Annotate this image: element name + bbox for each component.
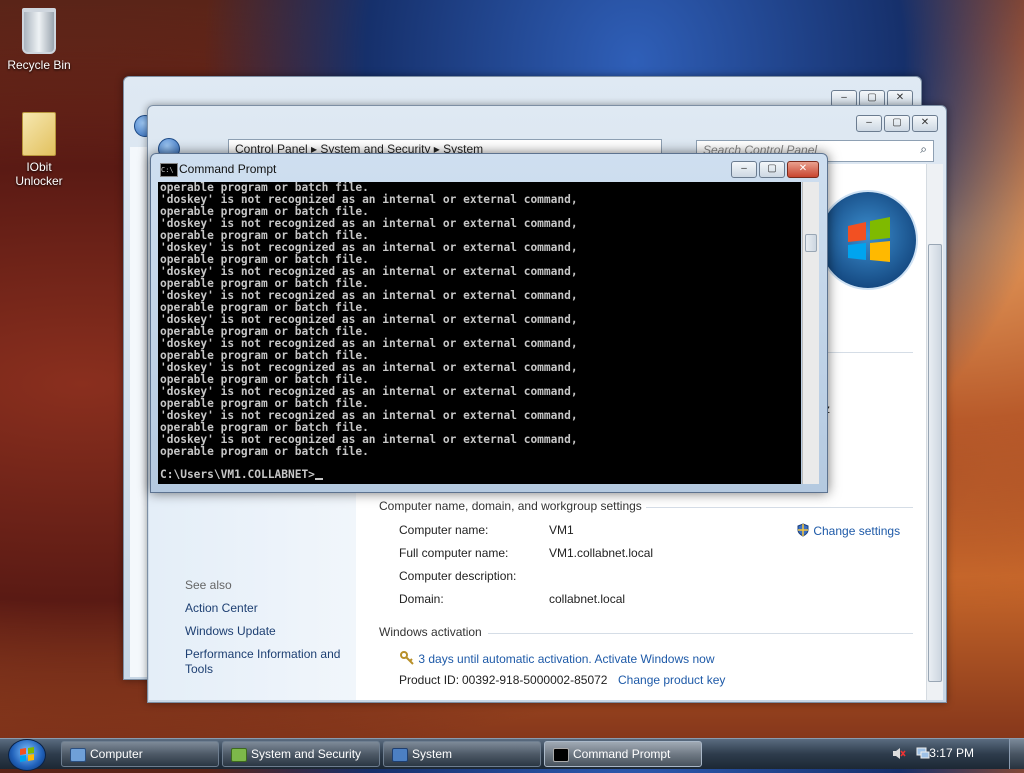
iobit-unlocker-icon (22, 112, 56, 156)
keys-icon (400, 651, 414, 665)
computer-section-heading: Computer name, domain, and workgroup set… (379, 499, 642, 513)
console-output[interactable]: operable program or batch file.'doskey' … (158, 182, 801, 484)
windows-update-link[interactable]: Windows Update (185, 624, 276, 638)
domain-value: collabnet.local (549, 592, 626, 606)
window-title: Command Prompt (179, 162, 277, 176)
close-button[interactable]: ✕ (787, 161, 819, 178)
product-id-label: Product ID: (399, 673, 460, 687)
taskbar-item-system[interactable]: System (383, 741, 541, 767)
network-icon[interactable] (916, 747, 930, 760)
product-id-value: 00392-918-5000002-85072 (462, 673, 608, 687)
command-prompt-window[interactable]: C:\ Command Prompt – ▢ ✕ operable progra… (150, 153, 828, 493)
taskbar-item-command-prompt[interactable]: Command Prompt (544, 741, 702, 767)
full-computer-name-value: VM1.collabnet.local (549, 546, 654, 560)
control-panel-icon (231, 748, 247, 762)
computer-name-value: VM1 (549, 523, 574, 537)
minimize-button[interactable]: – (856, 115, 882, 132)
change-settings-link[interactable]: Change settings (796, 523, 900, 538)
windows-logo-icon (818, 190, 918, 290)
vertical-scrollbar[interactable] (926, 164, 943, 700)
close-button[interactable]: ✕ (912, 115, 938, 132)
full-computer-name-label: Full computer name: (399, 546, 509, 560)
computer-description-label: Computer description: (399, 569, 517, 583)
clock[interactable]: 3:17 PM (929, 746, 974, 760)
show-desktop-button[interactable] (1009, 739, 1024, 769)
taskbar-item-computer[interactable]: Computer (61, 741, 219, 767)
console-prompt[interactable]: C:\Users\VM1.COLLABNET> (160, 469, 323, 481)
console-scrollbar[interactable] (802, 182, 819, 484)
domain-label: Domain: (399, 592, 444, 606)
change-product-key-link[interactable]: Change product key (618, 673, 725, 687)
console-lines: operable program or batch file.'doskey' … (160, 182, 578, 458)
shield-icon (797, 523, 809, 537)
windows-start-icon (20, 747, 34, 762)
text-cursor (314, 478, 323, 480)
taskbar: Computer System and Security System Comm… (0, 738, 1024, 771)
computer-icon (70, 748, 86, 762)
performance-info-link[interactable]: Performance Information and Tools (185, 647, 355, 677)
desktop-icon-label: Recycle Bin (7, 58, 71, 72)
desktop-icon-recycle-bin[interactable]: Recycle Bin (4, 8, 74, 72)
maximize-button[interactable]: ▢ (759, 161, 785, 178)
activation-heading: Windows activation (379, 625, 482, 639)
start-button[interactable] (8, 739, 46, 771)
desktop-icon-iobit-unlocker[interactable]: IObit Unlocker (4, 112, 74, 188)
system-icon (392, 748, 408, 762)
search-icon[interactable]: ⌕ (920, 142, 927, 157)
volume-muted-icon[interactable] (892, 747, 906, 760)
console-scroll-thumb[interactable] (805, 234, 817, 252)
console-line: operable program or batch file. (160, 445, 369, 458)
cmd-icon: C:\ (160, 163, 178, 177)
scrollbar-thumb[interactable] (928, 244, 942, 682)
minimize-button[interactable]: – (731, 161, 757, 178)
action-center-link[interactable]: Action Center (185, 601, 258, 615)
see-also-heading: See also (185, 578, 232, 592)
cmd-icon (553, 748, 569, 762)
recycle-bin-icon (22, 8, 56, 54)
computer-name-label: Computer name: (399, 523, 489, 537)
desktop-icon-label: IObit Unlocker (15, 160, 63, 188)
maximize-button[interactable]: ▢ (884, 115, 910, 132)
taskbar-item-system-security[interactable]: System and Security (222, 741, 380, 767)
activation-message[interactable]: 3 days until automatic activation. Activ… (399, 650, 715, 666)
